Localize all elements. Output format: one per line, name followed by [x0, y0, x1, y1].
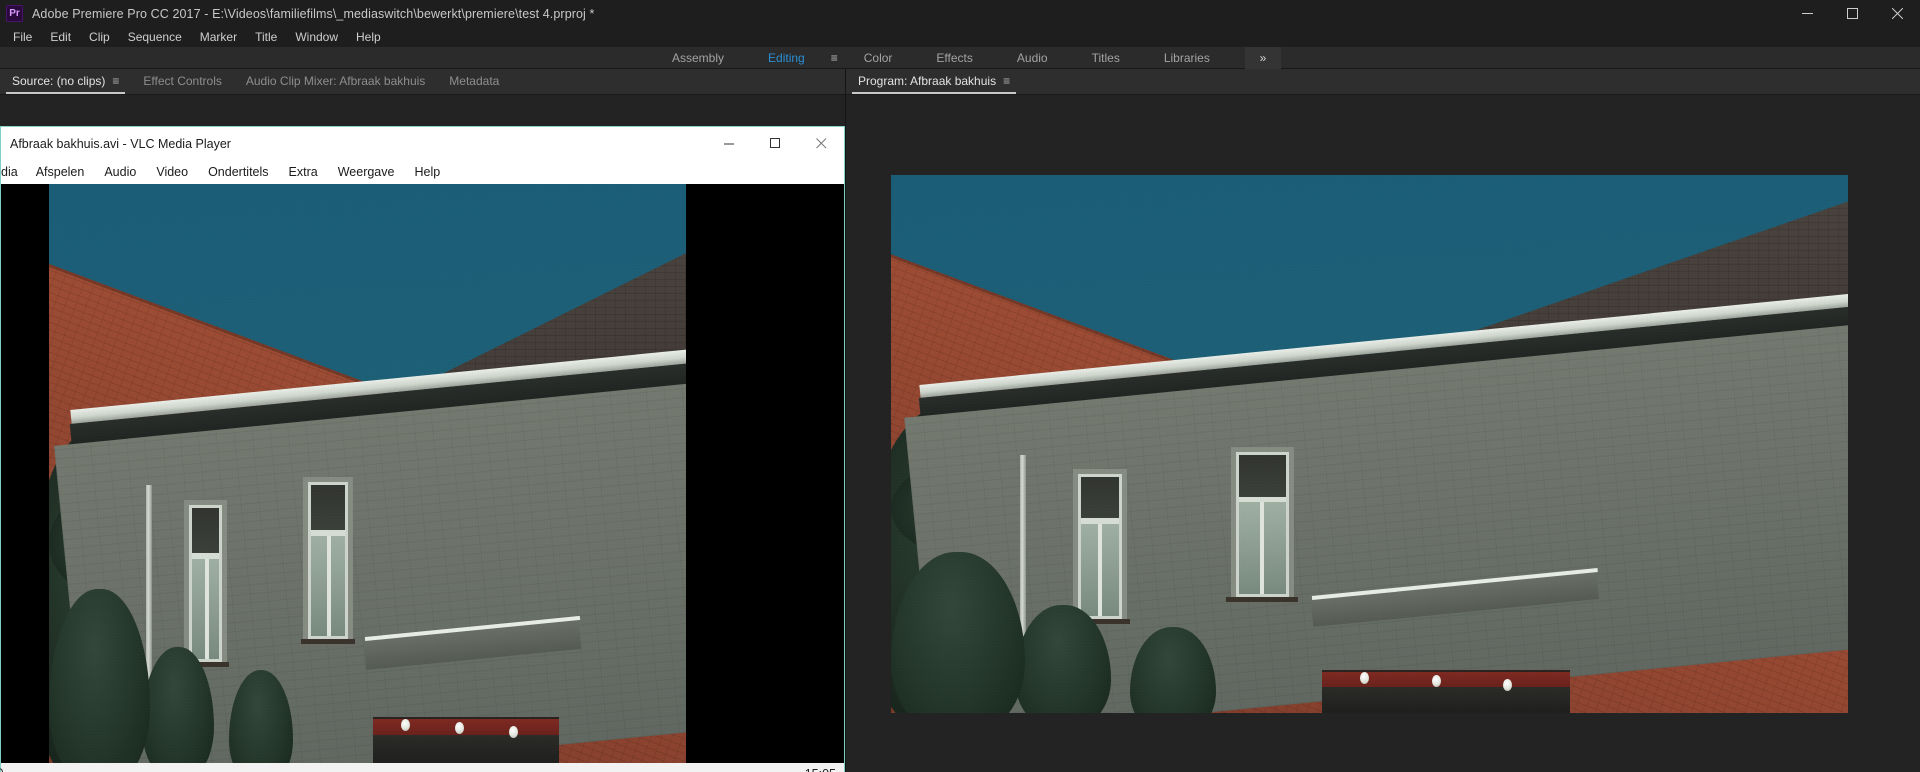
vlc-window-right-region: [307, 482, 349, 639]
vlc-window-right-sill: [300, 638, 355, 644]
vlc-title-bar: Afbraak bakhuis.avi - VLC Media Player: [1, 127, 844, 160]
premiere-minimize-icon[interactable]: [1785, 0, 1830, 27]
tab-source[interactable]: Source: (no clips) ≡: [0, 69, 131, 94]
menu-item-title[interactable]: Title: [246, 27, 286, 47]
premiere-menu-bar: File Edit Clip Sequence Marker Title Win…: [0, 27, 1920, 47]
vlc-menu-item-extra[interactable]: Extra: [279, 160, 328, 184]
vlc-menu-bar: dia Afspelen Audio Video Ondertitels Ext…: [1, 160, 844, 184]
workspace-burger-icon[interactable]: ≡: [827, 47, 842, 69]
menu-item-edit[interactable]: Edit: [41, 27, 80, 47]
premiere-window-title: Adobe Premiere Pro CC 2017 - E:\Videos\f…: [32, 6, 595, 21]
vlc-menu-item-afspelen[interactable]: Afspelen: [26, 160, 95, 184]
workspace-tab-audio[interactable]: Audio: [995, 47, 1070, 69]
awning-red-region: [1321, 669, 1571, 688]
vlc-menu-item-video[interactable]: Video: [146, 160, 198, 184]
vlc-minimize-icon[interactable]: [706, 127, 752, 160]
premiere-close-icon[interactable]: [1875, 0, 1920, 27]
menu-item-window[interactable]: Window: [286, 27, 347, 47]
menu-item-file[interactable]: File: [4, 27, 41, 47]
workspace-tab-libraries[interactable]: Libraries: [1142, 47, 1232, 69]
vlc-window-title: Afbraak bakhuis.avi - VLC Media Player: [10, 136, 231, 151]
tab-program[interactable]: Program: Afbraak bakhuis ≡: [846, 69, 1022, 94]
awning-light-1: [1359, 672, 1369, 685]
menu-item-clip[interactable]: Clip: [80, 27, 119, 47]
source-panel-tab-row: Source: (no clips) ≡ Effect Controls Audi…: [0, 69, 845, 95]
menu-item-sequence[interactable]: Sequence: [119, 27, 191, 47]
window-left-region: [1077, 473, 1122, 619]
program-panel-menu-icon[interactable]: ≡: [1003, 74, 1010, 88]
vlc-control-bar: 0 15:05: [0, 763, 844, 772]
vlc-window-controls: [706, 127, 844, 160]
vlc-menu-item-weergave[interactable]: Weergave: [328, 160, 405, 184]
vlc-total-time: 15:05: [805, 767, 836, 772]
vlc-menu-item-help[interactable]: Help: [404, 160, 450, 184]
vlc-pillarbox-right: [686, 184, 768, 763]
panel-divider[interactable]: [845, 69, 846, 772]
workspace-bar: Assembly Editing ≡ Color Effects Audio T…: [0, 47, 1920, 69]
vlc-close-icon[interactable]: [798, 127, 844, 160]
awning-light-2: [1431, 675, 1441, 688]
program-monitor-video[interactable]: [891, 175, 1848, 713]
workspace-tab-assembly[interactable]: Assembly: [650, 47, 746, 69]
vlc-video-frame: [49, 184, 768, 763]
vlc-menu-item-ondertitels[interactable]: Ondertitels: [198, 160, 278, 184]
awning-skirt-region: [1321, 687, 1571, 713]
vlc-menu-item-audio[interactable]: Audio: [94, 160, 146, 184]
vlc-media-player-window[interactable]: Afbraak bakhuis.avi - VLC Media Player d…: [0, 126, 845, 772]
vlc-window-left-region: [189, 505, 223, 662]
tab-effect-controls[interactable]: Effect Controls: [131, 69, 233, 94]
menu-item-marker[interactable]: Marker: [191, 27, 246, 47]
vlc-pillarbox-left: [1, 184, 49, 763]
tab-source-label: Source: (no clips): [12, 74, 106, 88]
premiere-title-bar: Pr Adobe Premiere Pro CC 2017 - E:\Video…: [0, 0, 1920, 27]
window-right-sill: [1225, 597, 1298, 603]
workspace-tab-editing[interactable]: Editing: [746, 47, 827, 69]
premiere-logo-icon: Pr: [6, 5, 23, 22]
program-panel-tab-row: Program: Afbraak bakhuis ≡: [846, 69, 1920, 95]
premiere-maximize-icon[interactable]: [1830, 0, 1875, 27]
window-right-region: [1235, 452, 1290, 598]
vlc-maximize-icon[interactable]: [752, 127, 798, 160]
vlc-video-surface[interactable]: [1, 184, 844, 763]
workspace-tab-color[interactable]: Color: [842, 47, 915, 69]
workspace-overflow-icon[interactable]: »: [1245, 47, 1281, 69]
tab-metadata[interactable]: Metadata: [437, 69, 511, 94]
tab-program-label: Program: Afbraak bakhuis: [858, 74, 997, 88]
workspace-tab-titles[interactable]: Titles: [1070, 47, 1142, 69]
source-panel-menu-icon[interactable]: ≡: [112, 74, 119, 88]
premiere-window-controls: [1785, 0, 1920, 27]
vlc-awning-skirt-region: [372, 735, 560, 763]
vlc-elapsed-time: 0: [0, 768, 3, 772]
tab-audio-clip-mixer[interactable]: Audio Clip Mixer: Afbraak bakhuis: [234, 69, 437, 94]
workspace-tab-effects[interactable]: Effects: [914, 47, 994, 69]
vlc-seek-row: 0 15:05: [0, 765, 844, 772]
premiere-application-window: Pr Adobe Premiere Pro CC 2017 - E:\Video…: [0, 0, 1920, 772]
program-video-frame: [891, 175, 1848, 713]
menu-item-help[interactable]: Help: [347, 27, 390, 47]
vlc-menu-item-media[interactable]: dia: [1, 160, 26, 184]
workspace-tab-strip: Assembly Editing ≡ Color Effects Audio T…: [650, 47, 1232, 69]
